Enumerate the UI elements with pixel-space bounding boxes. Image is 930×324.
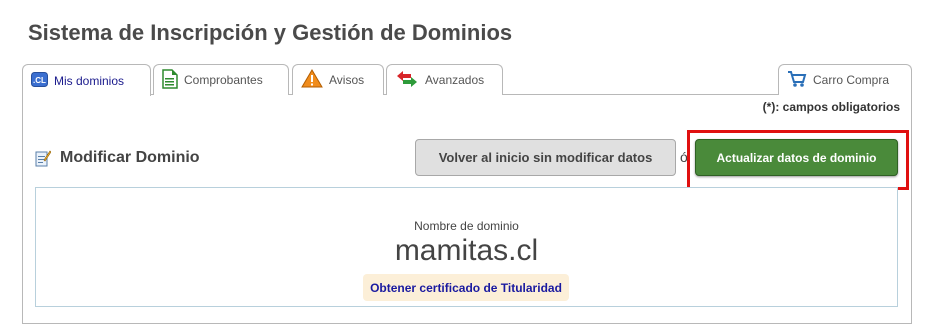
- cl-domain-icon: .CL: [31, 71, 48, 90]
- tab-carro-compra[interactable]: Carro Compra: [778, 64, 912, 95]
- required-fields-note: (*): campos obligatorios: [762, 100, 900, 114]
- warning-icon: [301, 68, 323, 92]
- tab-avisos[interactable]: Avisos: [292, 64, 384, 95]
- document-icon: [162, 68, 178, 92]
- tab-comprobantes[interactable]: Comprobantes: [153, 64, 289, 95]
- tab-label: Avisos: [329, 73, 365, 87]
- tab-label: Comprobantes: [184, 73, 263, 87]
- tab-avanzados[interactable]: Avanzados: [386, 64, 503, 95]
- section-title: Modificar Dominio: [60, 149, 200, 166]
- svg-text:.CL: .CL: [33, 76, 46, 85]
- shopping-cart-icon: [787, 70, 807, 91]
- tab-label: Carro Compra: [813, 73, 890, 87]
- page-title: Sistema de Inscripción y Gestión de Domi…: [28, 20, 513, 45]
- edit-document-icon: [35, 149, 52, 172]
- domain-name-label: Nombre de dominio: [414, 219, 519, 233]
- tab-label: Avanzados: [425, 73, 485, 87]
- back-without-changes-button[interactable]: Volver al inicio sin modificar datos: [415, 139, 676, 176]
- domain-name: mamitas.cl: [394, 234, 539, 267]
- ownership-certificate-link[interactable]: Obtener certificado de Titularidad: [363, 274, 569, 301]
- tab-label: Mis dominios: [54, 73, 125, 88]
- tab-mis-dominios[interactable]: .CL Mis dominios: [22, 64, 151, 96]
- update-domain-button[interactable]: Actualizar datos de dominio: [695, 139, 898, 176]
- transfer-arrows-icon: [395, 70, 419, 91]
